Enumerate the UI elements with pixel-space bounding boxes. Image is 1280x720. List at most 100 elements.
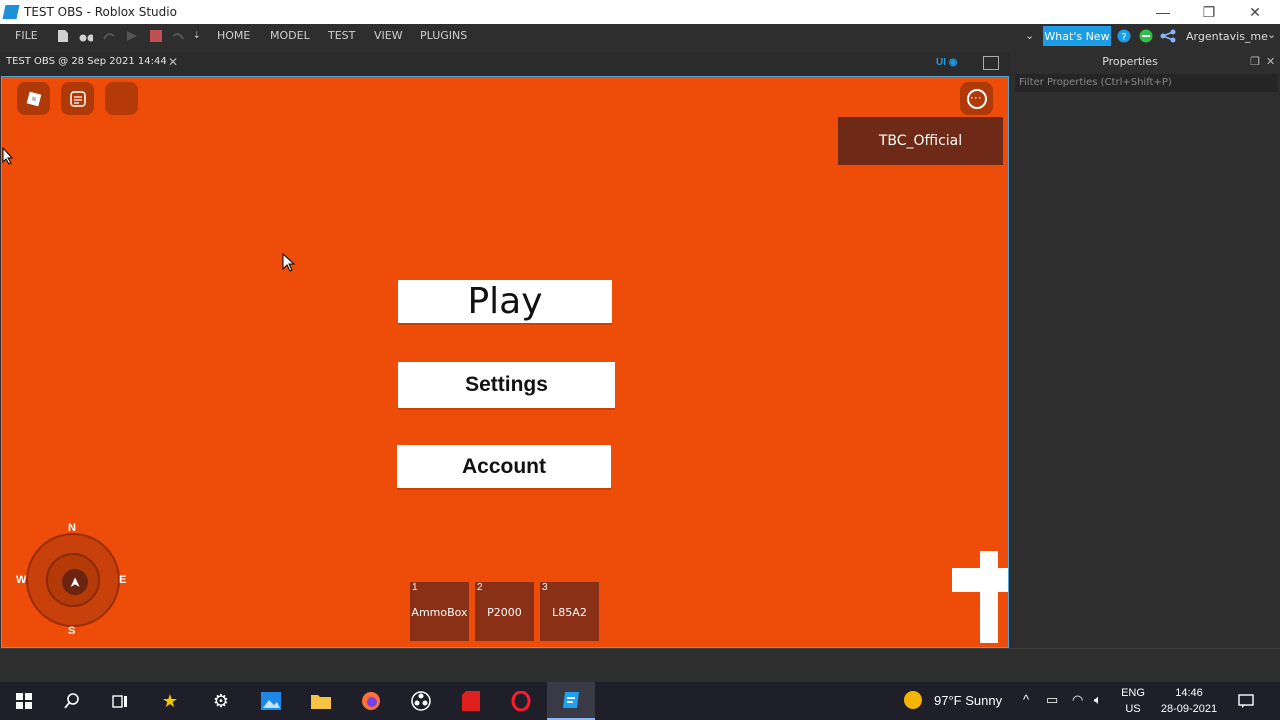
chat-button[interactable] — [61, 82, 94, 115]
compass: ➤ — [26, 533, 120, 627]
player-list-username[interactable]: TBC_Official — [838, 117, 1003, 165]
language-indicator[interactable]: ENG US — [1121, 685, 1145, 717]
folder-icon — [311, 695, 331, 709]
language-code: ENG — [1121, 687, 1145, 699]
redo-icon[interactable] — [102, 29, 116, 43]
start-button[interactable] — [0, 682, 48, 720]
opera-icon[interactable] — [497, 682, 545, 720]
share-icon[interactable] — [1160, 29, 1176, 43]
clock-time: 14:46 — [1175, 687, 1203, 699]
hotbar-slot-2[interactable]: 2 P2000 — [475, 582, 534, 641]
play-icon[interactable] — [125, 29, 139, 43]
tab-model[interactable]: MODEL — [270, 29, 310, 42]
roblox-studio-icon — [563, 692, 579, 708]
user-dropdown-icon[interactable]: ⌄ — [1267, 28, 1276, 41]
roblox-menu-button[interactable] — [17, 82, 50, 115]
slot-label: P2000 — [487, 606, 522, 619]
keyboard-layout: US — [1125, 703, 1141, 715]
hotbar-slot-3[interactable]: 3 L85A2 — [540, 582, 599, 641]
opera-logo-icon — [511, 691, 531, 711]
search-icon — [64, 693, 79, 709]
compass-arrow-icon: ➤ — [62, 569, 88, 595]
fullscreen-icon[interactable] — [983, 56, 999, 70]
system-clock[interactable]: 14:46 28-09-2021 — [1156, 685, 1222, 717]
task-view-icon — [112, 695, 127, 708]
file-explorer-icon[interactable] — [297, 682, 345, 720]
play-button[interactable]: Play — [398, 280, 612, 323]
slot-label: AmmoBox — [411, 606, 468, 619]
obs-logo-icon — [411, 691, 431, 711]
settings-button[interactable]: Settings — [398, 362, 615, 408]
minimize-button[interactable]: — — [1140, 0, 1186, 24]
stop-icon[interactable] — [149, 29, 163, 43]
whats-new-button[interactable]: What's New — [1043, 26, 1111, 46]
chat-icon — [69, 90, 86, 107]
more-menu-button[interactable]: ··· — [960, 82, 993, 115]
sun-icon — [904, 691, 922, 709]
tab-test-obs[interactable]: TEST OBS @ 28 Sep 2021 14:44 — [6, 56, 167, 67]
pdf-icon — [462, 691, 480, 711]
binoculars-icon[interactable] — [79, 29, 93, 43]
ui-visibility-toggle[interactable]: UI ◉ — [936, 57, 958, 68]
clock-date: 28-09-2021 — [1160, 703, 1218, 715]
game-viewport[interactable]: ··· TBC_Official Play Settings Account ➤… — [1, 76, 1009, 648]
photos-icon — [261, 692, 281, 710]
compass-west: W — [16, 574, 27, 586]
restore-button[interactable]: ❐ — [1186, 0, 1232, 24]
firefox-icon[interactable] — [347, 682, 395, 720]
slot-number: 3 — [542, 582, 548, 593]
notification-icon — [1238, 694, 1254, 708]
user-account[interactable]: Argentavis_me — [1186, 30, 1268, 43]
search-button[interactable] — [48, 682, 96, 720]
filter-properties-input[interactable]: Filter Properties (Ctrl+Shift+P) — [1015, 74, 1278, 92]
file-menu[interactable]: FILE — [15, 29, 38, 42]
settings-gear-icon[interactable]: ⚙ — [197, 682, 245, 720]
task-view-button[interactable] — [96, 682, 144, 720]
panel-close-icon[interactable]: ✕ — [1266, 55, 1275, 68]
more-options-icon: ··· — [966, 88, 987, 109]
tab-plugins[interactable]: PLUGINS — [420, 29, 467, 42]
battery-icon[interactable]: ▭ — [1046, 692, 1058, 708]
undo-icon[interactable] — [171, 29, 185, 43]
ribbon-collapse-icon[interactable]: ⌄ — [1025, 29, 1034, 42]
undock-icon[interactable]: ❐ — [1250, 55, 1260, 68]
pdf-reader-icon[interactable] — [447, 682, 495, 720]
command-bar — [0, 648, 1280, 682]
weather-text: 97°F Sunny — [934, 692, 1003, 708]
windows-logo-icon — [16, 693, 32, 709]
firefox-logo-icon — [362, 692, 380, 710]
pinned-app-star-icon[interactable]: ★ — [146, 682, 194, 720]
mouse-cursor-icon — [282, 253, 296, 272]
roblox-studio-taskbar-icon[interactable] — [547, 682, 595, 720]
photos-app-icon[interactable] — [247, 682, 295, 720]
tab-close-icon[interactable]: ✕ — [168, 55, 178, 69]
weather-widget[interactable]: 97°F Sunny — [904, 691, 1002, 709]
backpack-button[interactable] — [105, 82, 138, 115]
hotbar-slot-1[interactable]: 1 AmmoBox — [410, 582, 469, 641]
new-file-icon[interactable] — [57, 29, 71, 43]
quick-access-dropdown-icon[interactable]: ⇣ — [193, 31, 201, 41]
slot-number: 1 — [412, 582, 418, 593]
compass-north: N — [68, 522, 76, 534]
close-button[interactable]: ✕ — [1232, 0, 1278, 24]
team-create-icon[interactable] — [1139, 29, 1153, 43]
compass-east: E — [119, 574, 127, 586]
compass-south: S — [68, 625, 76, 637]
tab-test[interactable]: TEST — [328, 29, 355, 42]
show-hidden-icons[interactable]: ^ — [1023, 692, 1029, 707]
properties-panel: Properties ❐ ✕ Filter Properties (Ctrl+S… — [1012, 52, 1280, 648]
svg-text:?: ? — [1121, 32, 1126, 43]
tab-view[interactable]: VIEW — [374, 29, 403, 42]
obs-studio-icon[interactable] — [397, 682, 445, 720]
document-tab-strip: TEST OBS @ 28 Sep 2021 14:44 ✕ UI ◉ — [0, 52, 1010, 76]
tab-home[interactable]: HOME — [217, 29, 250, 42]
help-icon[interactable]: ? — [1117, 29, 1131, 43]
window-title: TEST OBS - Roblox Studio — [24, 5, 177, 19]
volume-icon[interactable]: 🔈︎ — [1094, 692, 1102, 708]
compass-arrow: ➤ — [66, 576, 83, 588]
wifi-icon[interactable]: ◠ — [1072, 692, 1083, 708]
white-cross-arm — [952, 568, 1008, 592]
slot-number: 2 — [477, 582, 483, 593]
account-button[interactable]: Account — [397, 445, 611, 488]
notification-center-icon[interactable] — [1226, 682, 1266, 720]
